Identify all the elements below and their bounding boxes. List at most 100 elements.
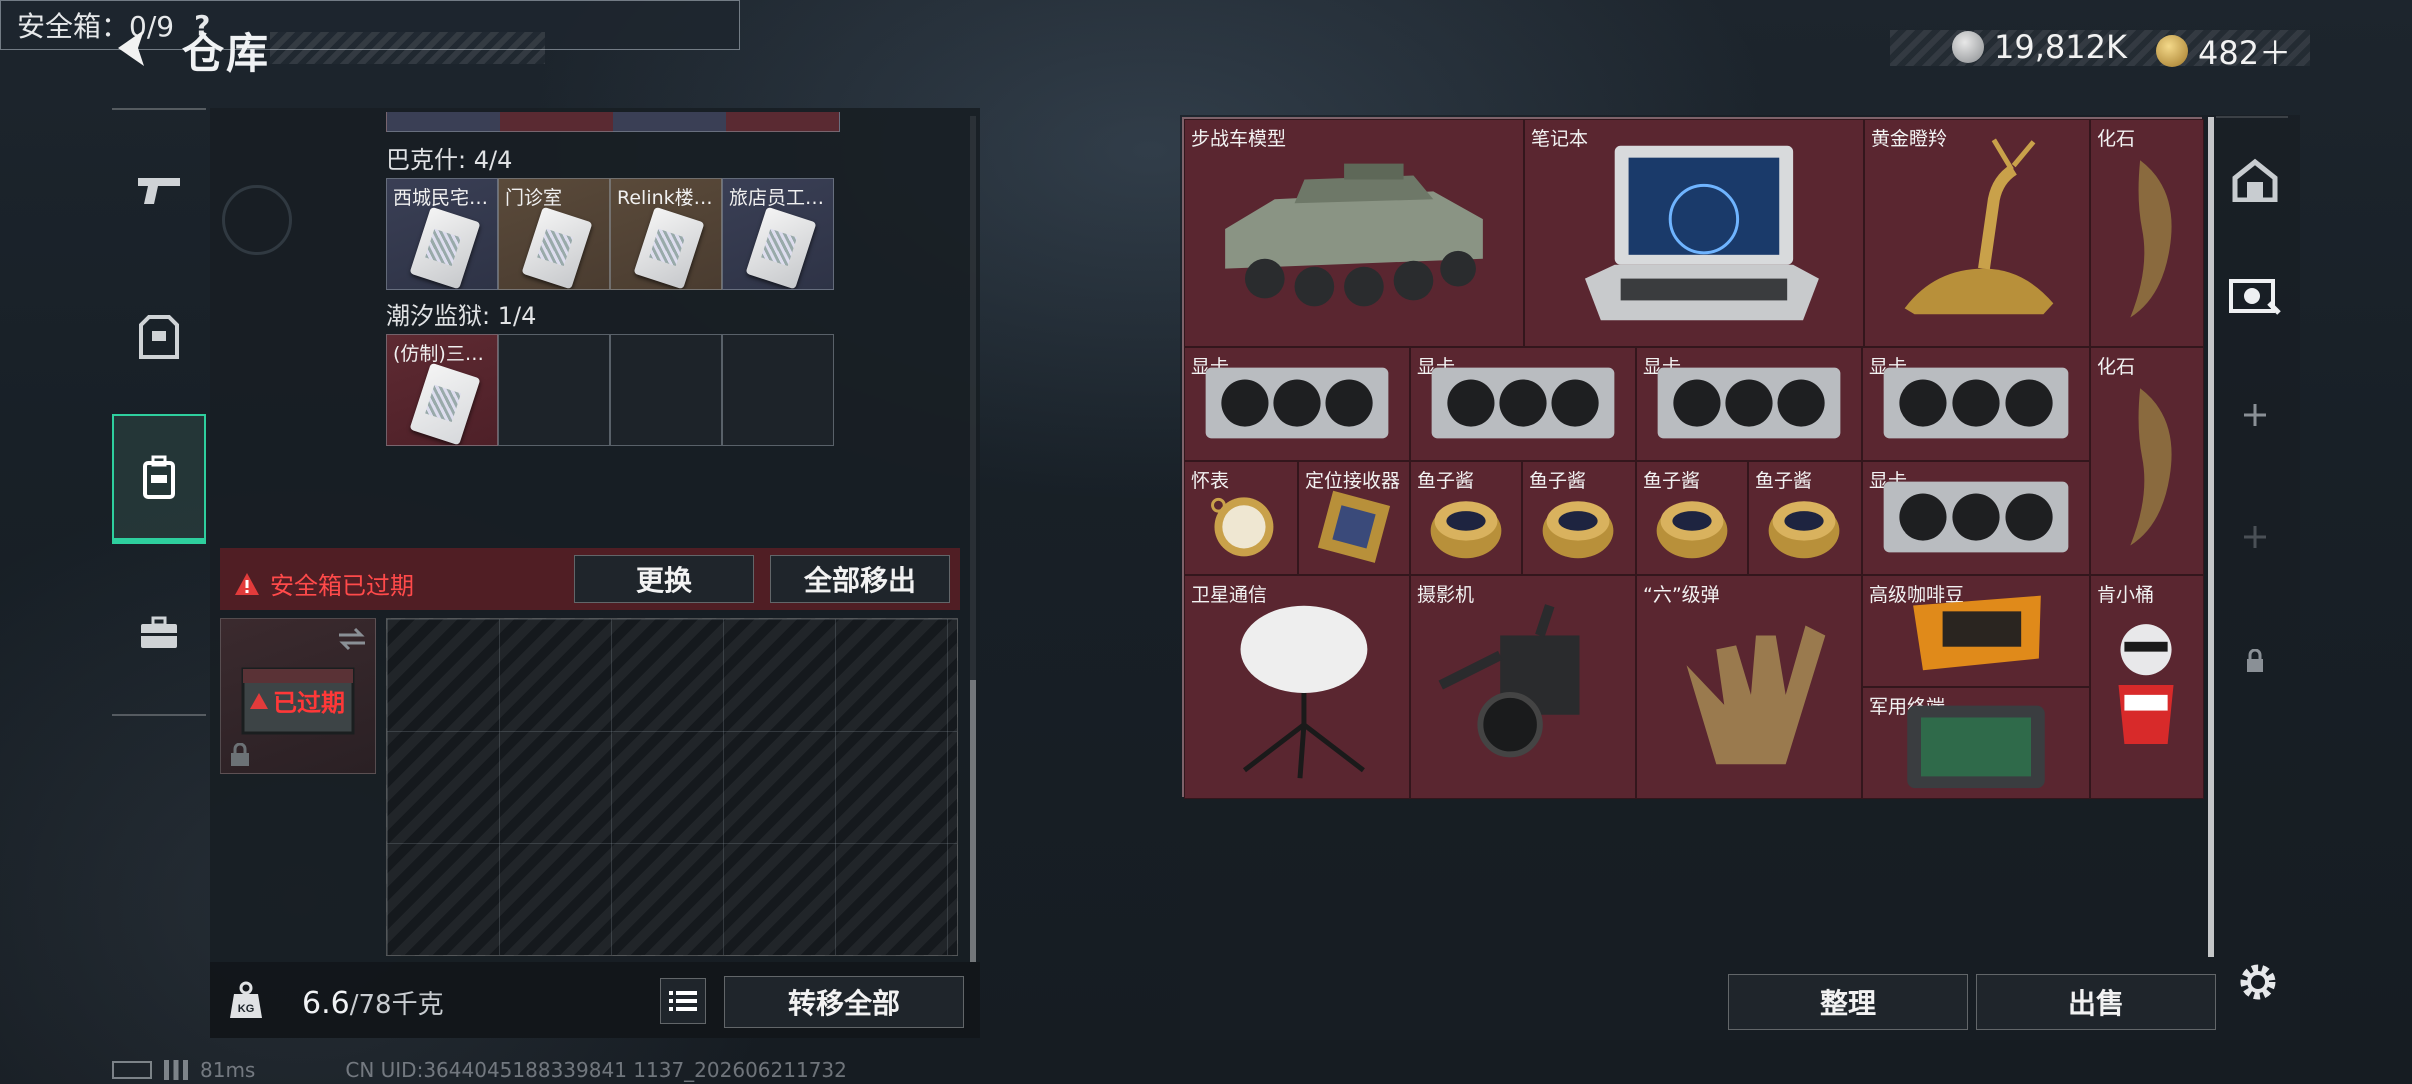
silver-coin-icon <box>1952 31 1984 63</box>
nav-backpack[interactable] <box>112 414 206 544</box>
laptop-icon <box>1584 145 1819 321</box>
gold-coin-icon <box>2156 35 2188 67</box>
battery-icon <box>112 1061 152 1079</box>
group1-label: 巴克什: 4/4 <box>386 146 513 174</box>
stash-item-gpu[interactable]: 显卡 <box>1862 461 2090 575</box>
key-card-slot[interactable]: 门诊室 <box>498 178 610 290</box>
weight-current: 6.6 <box>302 986 350 1021</box>
add-stash-page-button[interactable] <box>2210 370 2300 460</box>
nav-case[interactable] <box>112 568 206 698</box>
stash-item-gold-gazelle[interactable]: 黄金瞪羚 <box>1864 119 2090 347</box>
ifv-model-icon <box>1225 163 1483 307</box>
container-row-partial <box>386 112 840 132</box>
stash-page-2[interactable] <box>2210 250 2300 340</box>
stash-item-gpu[interactable]: 显卡 <box>1410 347 1636 461</box>
stash-item-premium-coffee-beans[interactable]: 高级咖啡豆 <box>1862 575 2090 687</box>
key-card-icon <box>745 206 817 289</box>
group2-slots: (仿制)三… <box>386 334 834 446</box>
stash-item-video-camera[interactable]: 摄影机 <box>1410 575 1636 799</box>
stash-item-kfc-bucket[interactable]: 肯小桶 <box>2090 575 2204 799</box>
key-card-icon <box>409 206 481 289</box>
safe-grid-lines <box>387 619 957 955</box>
stash-item-caviar[interactable]: 鱼子酱 <box>1748 461 1862 575</box>
caviar-tin-icon <box>1768 501 1840 559</box>
title-decoration <box>270 32 545 64</box>
stash-item-laptop[interactable]: 笔记本 <box>1524 119 1864 347</box>
move-all-out-button[interactable]: 全部移出 <box>770 555 950 603</box>
collection-icon <box>2229 279 2281 315</box>
slot-name: (仿制)三… <box>393 343 484 365</box>
stash-item-caviar[interactable]: 鱼子酱 <box>1522 461 1636 575</box>
stash-item-locator-receiver[interactable]: 定位接收器 <box>1298 461 1410 575</box>
device-status: 81ms <box>112 1058 255 1082</box>
stash-item-caviar[interactable]: 鱼子酱 <box>1410 461 1522 575</box>
stash-item-fossil[interactable]: 化石 <box>2090 119 2204 347</box>
key-card-slot[interactable]: 西城民宅… <box>386 178 498 290</box>
expired-badge: 已过期 <box>249 683 345 718</box>
warehouse-icon <box>2232 158 2278 202</box>
slot-name: Relink楼… <box>617 187 713 209</box>
nav-weapons[interactable] <box>112 126 206 256</box>
weight-readout: 6.6/78千克 <box>302 984 444 1021</box>
slot-name: 门诊室 <box>505 187 563 209</box>
caviar-tin-icon <box>1542 501 1614 559</box>
replace-button[interactable]: 更换 <box>574 555 754 603</box>
swap-icon <box>339 627 365 651</box>
currency-premium-value: 482＋ <box>2198 34 2292 72</box>
key-card-slot[interactable]: Relink楼… <box>610 178 722 290</box>
key-card-icon <box>409 362 481 445</box>
stash-item-fossil[interactable]: 化石 <box>2090 347 2204 575</box>
settings-button[interactable] <box>2234 958 2282 1006</box>
expired-badge-text: 已过期 <box>273 689 345 717</box>
stash-item-ifv-model[interactable]: 步战车模型 <box>1184 119 1524 347</box>
gpu-icon <box>1657 367 1841 439</box>
pocket-watch-icon <box>1211 497 1274 557</box>
slot-name: 旅店员工… <box>729 187 825 209</box>
stash-item-six-grade-bullet[interactable]: “六”级弹 <box>1636 575 1862 799</box>
status-bar: 81ms CN UID:3644045188339841 1137_202606… <box>112 1058 847 1082</box>
stash-item-satellite-comm[interactable]: 卫星通信 <box>1184 575 1410 799</box>
fossil-claw-icon <box>2130 160 2172 318</box>
locator-ring-icon <box>222 185 292 255</box>
stash-item-caviar[interactable]: 鱼子酱 <box>1636 461 1748 575</box>
warning-icon <box>235 572 259 595</box>
armor-vest-icon <box>139 315 179 359</box>
svg-text:KG: KG <box>238 1003 255 1015</box>
add-stash-page-button-disabled[interactable] <box>2210 492 2300 582</box>
gpu-icon <box>1431 367 1615 439</box>
right-nav-divider <box>2216 116 2288 118</box>
safe-box-slot[interactable]: 已过期 <box>220 618 376 774</box>
empty-slot[interactable] <box>722 334 834 446</box>
stash-item-gpu[interactable]: 显卡 <box>1636 347 1862 461</box>
pistol-icon <box>138 178 180 204</box>
sell-button[interactable]: 出售 <box>1976 974 2216 1030</box>
expired-warning: 安全箱已过期 <box>234 566 414 601</box>
stash-item-pocket-watch[interactable]: 怀表 <box>1184 461 1298 575</box>
weight-total: /78千克 <box>349 990 444 1020</box>
lock-icon <box>231 743 249 766</box>
container-scroll-thumb[interactable] <box>970 680 976 962</box>
video-camera-icon <box>1438 604 1580 758</box>
sort-button[interactable]: 整理 <box>1728 974 1968 1030</box>
weight-icon: KG <box>226 980 266 1020</box>
transfer-all-button[interactable]: 转移全部 <box>724 976 964 1028</box>
empty-slot[interactable] <box>498 334 610 446</box>
locator-receiver-icon <box>1317 490 1391 563</box>
list-view-button[interactable] <box>660 978 706 1024</box>
safe-box-grid[interactable] <box>386 618 958 956</box>
nav-armor[interactable] <box>112 272 206 402</box>
currency-coins-value: 19,812K <box>1994 28 2127 66</box>
stash-item-gpu[interactable]: 显卡 <box>1184 347 1410 461</box>
stash-item-gpu[interactable]: 显卡 <box>1862 347 2090 461</box>
stash-item-military-terminal[interactable]: 军用终端 <box>1862 687 2090 799</box>
key-card-slot[interactable]: 旅店员工… <box>722 178 834 290</box>
locked-stash-page[interactable] <box>2210 616 2300 706</box>
group2-label: 潮汐监狱: 1/4 <box>386 302 537 330</box>
empty-slot[interactable] <box>610 334 722 446</box>
key-card-slot[interactable]: (仿制)三… <box>386 334 498 446</box>
briefcase-icon <box>141 616 177 648</box>
currency-coins[interactable]: 19,812K <box>1952 28 2127 66</box>
back-button[interactable] <box>110 24 158 72</box>
stash-page-1[interactable] <box>2210 135 2300 225</box>
currency-premium[interactable]: 482＋ <box>2156 28 2291 74</box>
